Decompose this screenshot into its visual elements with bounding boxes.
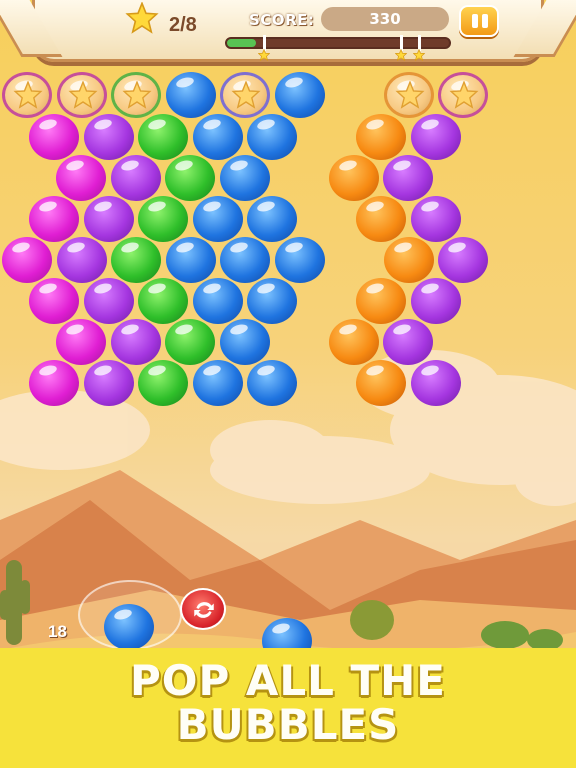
blue-bubble [219,319,270,365]
pause-icon [472,14,478,28]
purple-bubble [410,196,461,242]
star-icon [125,2,159,34]
purple-bubble [110,155,161,201]
blue-bubble [192,114,243,160]
star-threshold-icon [257,49,270,61]
purple-bubble [410,278,461,324]
game-stage[interactable]: 2/8 SCORE: 330 18 POP ALL THE BUBBLES [0,0,576,768]
top-hud: 2/8 SCORE: 330 [32,0,544,62]
magenta-bubble [29,114,79,160]
magenta-bubble [2,237,52,283]
purple-bubble [83,278,134,324]
blue-bubble [247,360,297,406]
purple-bubble [438,237,488,283]
purple-bubble [110,319,161,365]
shots-remaining: 18 [48,622,67,641]
swap-icon [194,602,214,618]
magenta-bubble [29,278,79,324]
star-threshold-icon [395,49,408,61]
orange-bubble [356,360,406,406]
green-bubble [138,196,188,242]
blue-bubble [247,278,297,324]
stars-counter: 2/8 [169,14,197,36]
orange-bubble [356,196,406,242]
blue-bubble [247,196,297,242]
purple-bubble [83,196,134,242]
green-bubble [111,237,161,283]
purple-bubble [83,360,134,406]
green-bubble [165,155,215,201]
magenta-bubble [29,196,79,242]
green-bubble [165,319,215,365]
blue-bubble [219,155,270,201]
orange-bubble [356,278,406,324]
orange-bubble [328,319,379,365]
orange-bubble [383,237,434,283]
swap-button[interactable] [180,588,226,630]
star-bubble [438,72,488,118]
green-bubble [138,360,188,406]
magenta-bubble [29,360,79,406]
magenta-bubble [56,319,106,365]
blue-bubble [220,237,270,283]
purple-bubble [56,237,107,283]
star-bubble [383,72,434,118]
blue-bubble [165,237,216,283]
blue-bubble [165,72,216,118]
purple-bubble [83,114,134,160]
score-label: SCORE: [249,11,315,29]
blue-bubble [274,237,325,283]
promo-headline-line1: POP ALL THE [129,656,447,705]
purple-bubble [410,360,461,406]
star-bubble [220,72,270,118]
score-value: 330 [321,7,449,31]
orange-bubble [356,114,406,160]
blue-bubble [274,72,325,118]
blue-bubble [247,114,297,160]
green-bubble [138,278,188,324]
magenta-bubble [56,155,106,201]
pause-button[interactable] [459,5,499,37]
purple-bubble [383,319,433,365]
score-progress-bar [225,35,451,61]
green-bubble [138,114,188,160]
promo-headline-line2: BUBBLES [176,700,400,749]
current-bubble[interactable] [104,604,154,650]
blue-bubble [192,196,243,242]
blue-bubble [192,360,243,406]
star-bubble [111,72,161,118]
star-bubble [2,72,52,118]
blue-bubble [192,278,243,324]
star-bubble [56,72,107,118]
progress-fill [227,39,256,47]
star-threshold-icon [412,49,425,61]
purple-bubble [383,155,433,201]
orange-bubble [328,155,379,201]
purple-bubble [410,114,461,160]
